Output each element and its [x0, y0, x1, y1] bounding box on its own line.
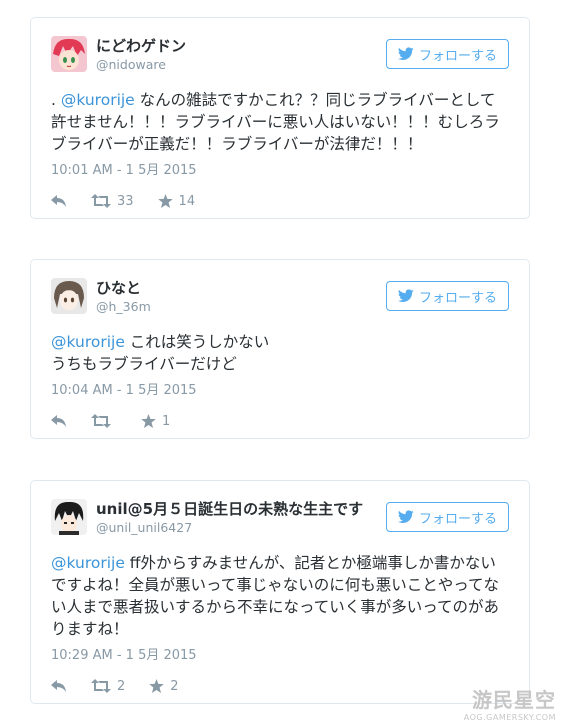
mention-link[interactable]: @kurorije [51, 333, 125, 351]
follow-label: フォローする [418, 511, 497, 527]
tweet-text: @kurorije ff外からすみませんが、記者とか極端事しか書かないですよね！… [51, 552, 509, 640]
retweet-icon [91, 194, 111, 208]
twitter-bird-icon [397, 47, 414, 60]
twitter-bird-icon [397, 510, 414, 523]
star-icon [157, 194, 173, 208]
user-names: ひなと @h_36m [96, 278, 386, 314]
tweet-card-2: ひなと @h_36m フォローする @kurorije これは笑うしかない うち… [30, 259, 530, 439]
timestamp[interactable]: 10:01 AM - 1 5月 2015 [51, 159, 509, 178]
follow-button[interactable]: フォローする [386, 281, 509, 311]
tweet-text: . @kurorije なんの雑誌ですかこれ？？同じラブライバーとして許せません… [51, 89, 509, 155]
reply-action[interactable] [51, 415, 67, 427]
avatar[interactable] [51, 499, 87, 535]
retweet-icon [91, 414, 111, 428]
retweet-action[interactable]: 2 [91, 679, 125, 694]
reply-icon [51, 415, 66, 427]
favorite-action[interactable]: 1 [141, 414, 170, 429]
screen-name[interactable]: @unil_unil6427 [96, 520, 386, 535]
favorite-count: 2 [170, 678, 179, 694]
user-names: にどわゲドン @nidoware [96, 36, 386, 72]
site-watermark: 游民星空 AOG.GAMERSKY.COM [464, 684, 556, 722]
screen-name[interactable]: @nidoware [96, 57, 386, 72]
follow-label: フォローする [418, 48, 497, 64]
twitter-bird-icon [397, 289, 414, 302]
screen-name[interactable]: @h_36m [96, 299, 386, 314]
tweet-text: @kurorije これは笑うしかない うちもラブライバーだけど [51, 331, 509, 375]
timestamp[interactable]: 10:04 AM - 1 5月 2015 [51, 379, 509, 398]
retweet-action[interactable]: 33 [91, 194, 134, 209]
favorite-count: 1 [162, 413, 171, 429]
watermark-title: 游民星空 [472, 688, 556, 712]
tweet-actions: 1 [51, 412, 509, 430]
follow-button[interactable]: フォローする [386, 502, 509, 532]
tweet-actions: 2 2 [51, 677, 509, 695]
tweet-card-3: unil@5月５日誕生日の未熟な生主です @unil_unil6427 フォロー… [30, 480, 530, 704]
avatar[interactable] [51, 36, 87, 72]
timestamp[interactable]: 10:29 AM - 1 5月 2015 [51, 644, 509, 663]
favorite-count: 14 [178, 193, 196, 209]
follow-button[interactable]: フォローする [386, 39, 509, 69]
mention-link[interactable]: @kurorije [51, 554, 125, 572]
favorite-action[interactable]: 14 [157, 193, 196, 209]
favorite-action[interactable]: 2 [149, 678, 179, 694]
tweet-card-1: にどわゲドン @nidoware フォローする . @kurorije なんの雑… [30, 17, 530, 219]
avatar[interactable] [51, 278, 87, 314]
mention-link[interactable]: @kurorije [61, 91, 135, 109]
retweet-count: 33 [117, 193, 134, 209]
display-name[interactable]: にどわゲドン [96, 37, 386, 55]
follow-label: フォローする [418, 290, 497, 306]
star-icon [149, 679, 165, 693]
reply-action[interactable] [51, 680, 67, 692]
retweet-icon [91, 679, 111, 693]
tweet-header: にどわゲドン @nidoware フォローする [51, 36, 509, 76]
star-icon [141, 414, 156, 428]
user-names: unil@5月５日誕生日の未熟な生主です @unil_unil6427 [96, 499, 386, 535]
tweet-text-prefix: . [51, 91, 61, 109]
reply-icon [51, 195, 66, 207]
tweet-header: ひなと @h_36m フォローする [51, 278, 509, 318]
watermark-url: AOG.GAMERSKY.COM [463, 713, 556, 722]
retweet-action[interactable] [91, 414, 117, 428]
tweet-actions: 33 14 [51, 192, 509, 210]
display-name[interactable]: ひなと [96, 279, 386, 297]
retweet-count: 2 [117, 678, 126, 694]
display-name[interactable]: unil@5月５日誕生日の未熟な生主です [96, 500, 386, 518]
tweet-header: unil@5月５日誕生日の未熟な生主です @unil_unil6427 フォロー… [51, 499, 509, 539]
reply-icon [51, 680, 66, 692]
reply-action[interactable] [51, 195, 67, 207]
